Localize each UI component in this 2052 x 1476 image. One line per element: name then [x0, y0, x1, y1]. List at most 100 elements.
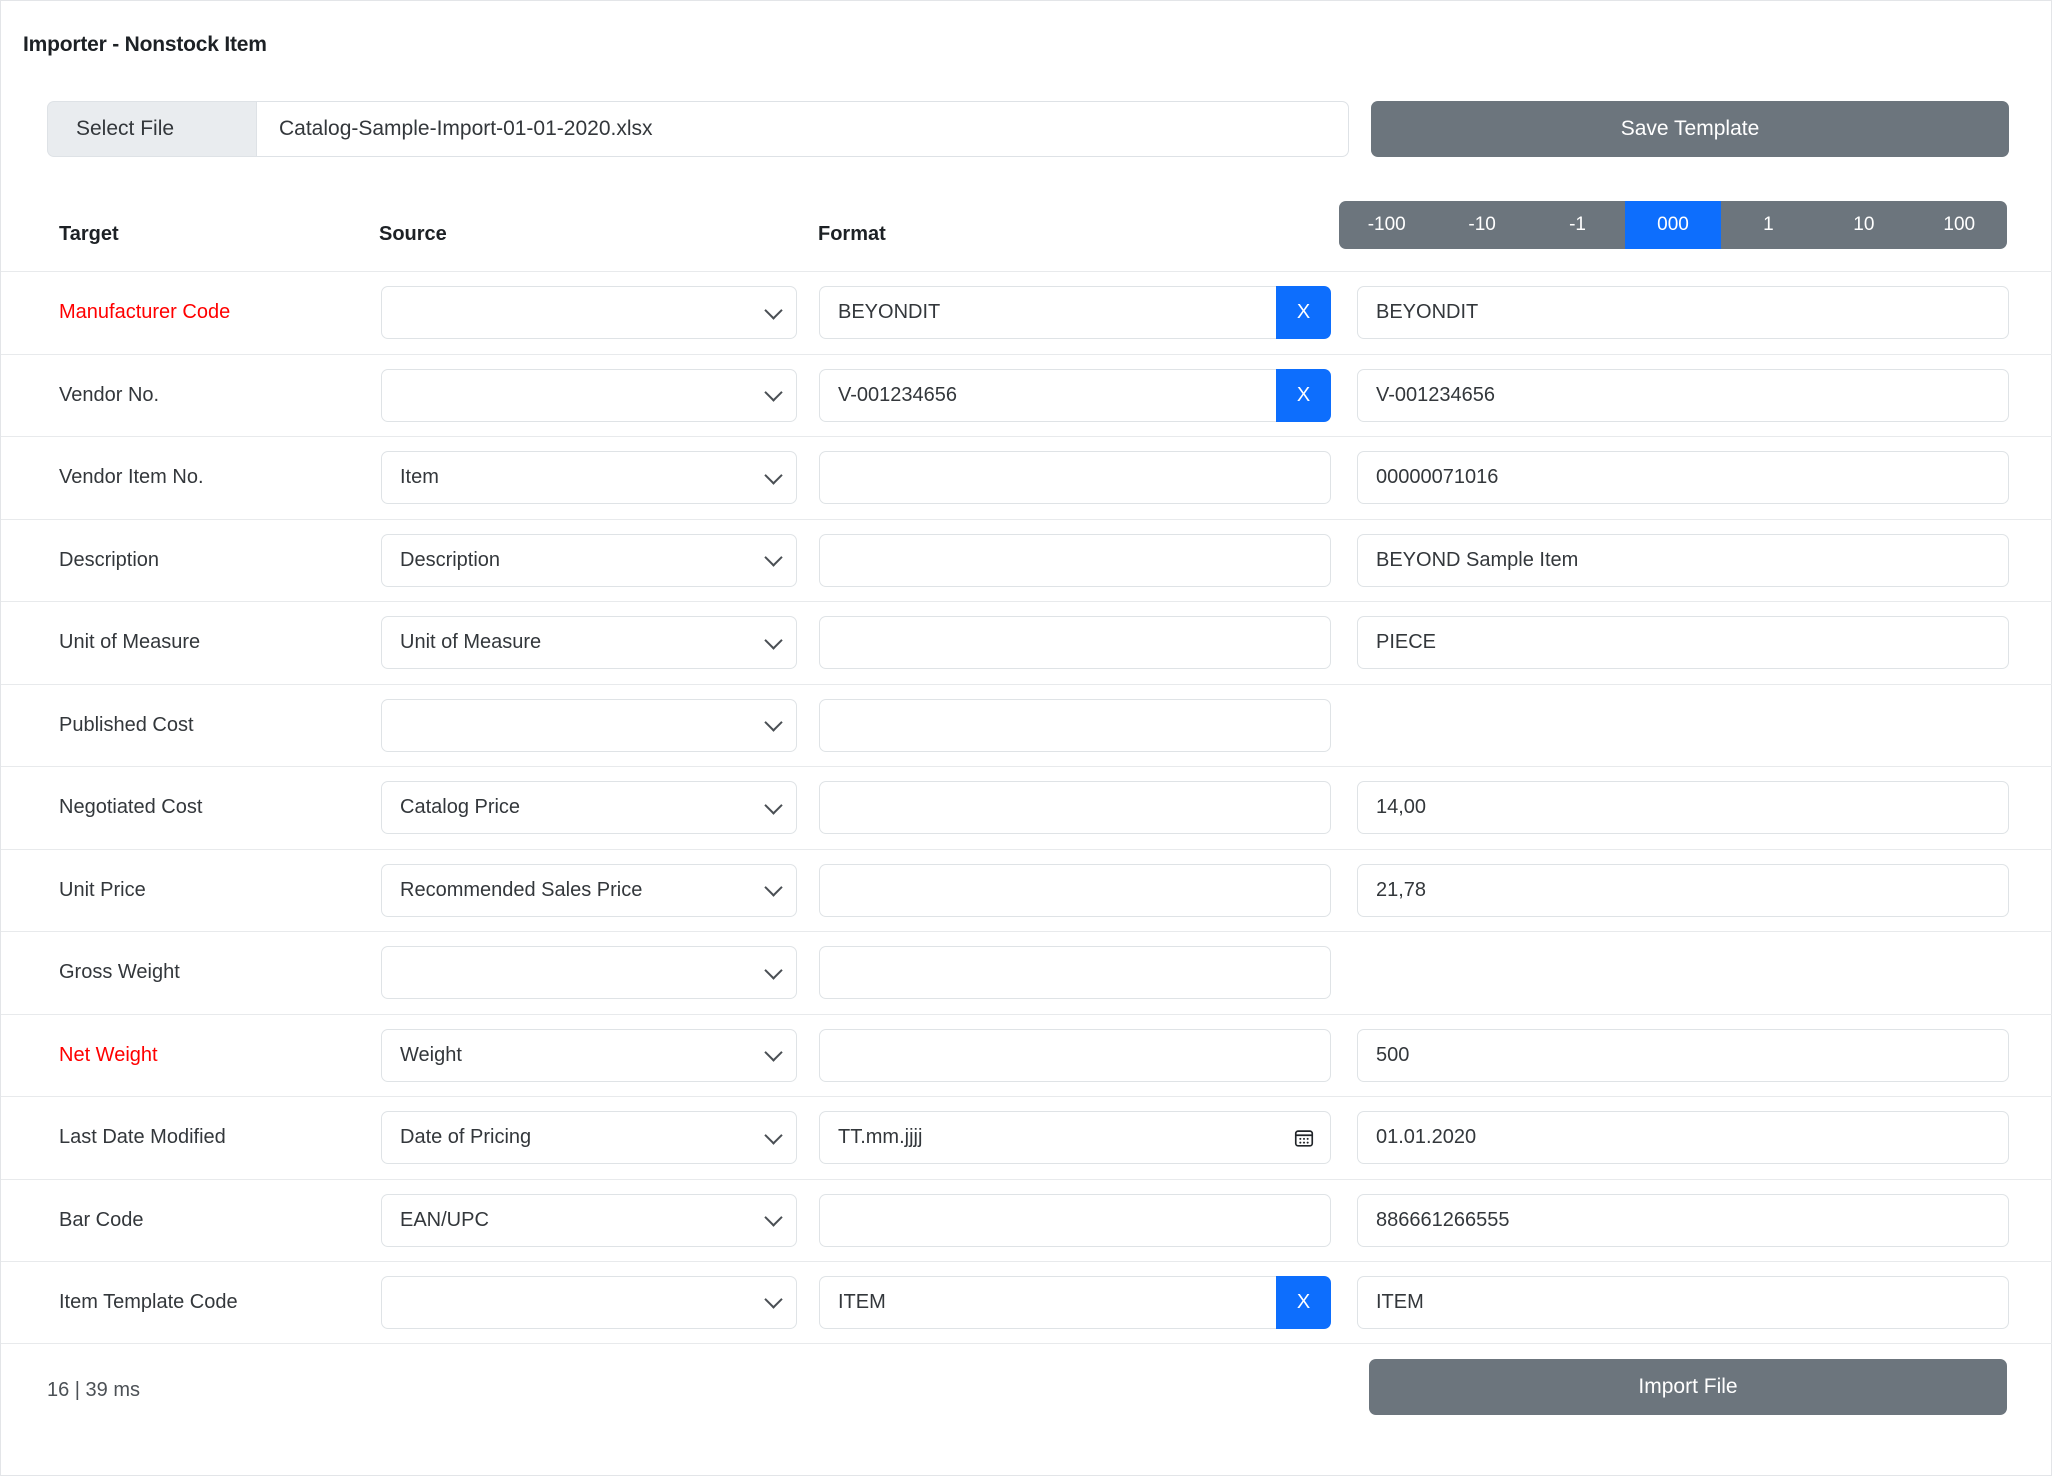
format-input[interactable] — [819, 946, 1331, 1000]
value-cell: BEYONDIT — [1357, 286, 2009, 340]
column-header-target: Target — [59, 223, 119, 245]
source-select[interactable]: Weight — [381, 1028, 797, 1082]
column-headers: Target Source Format — [1, 223, 2052, 267]
source-select[interactable]: EAN/UPC — [381, 1193, 797, 1247]
select-file-button[interactable]: Select File — [47, 101, 256, 157]
preview-value-input[interactable]: 21,78 — [1357, 863, 2009, 917]
source-cell: Item — [381, 451, 797, 505]
table-row: Item Template Code ITEM X ITEM — [1, 1261, 2052, 1344]
value-cell: BEYOND Sample Item — [1357, 533, 2009, 587]
mapping-table: Manufacturer Code BEYONDIT X BEYONDIT Vendor… — [1, 271, 2052, 1344]
save-template-button[interactable]: Save Template — [1371, 101, 2009, 157]
source-select[interactable] — [381, 698, 797, 752]
format-cell — [819, 451, 1331, 505]
file-name-field[interactable]: Catalog-Sample-Import-01-01-2020.xlsx — [256, 101, 1349, 157]
preview-value-input[interactable]: V-001234656 — [1357, 368, 2009, 422]
clear-format-button[interactable]: X — [1276, 368, 1331, 422]
import-file-button[interactable]: Import File — [1369, 1359, 2007, 1415]
chevron-down-icon — [764, 1208, 783, 1227]
format-input[interactable] — [819, 863, 1331, 917]
value-cell: 886661266555 — [1357, 1193, 2009, 1247]
format-input[interactable] — [819, 698, 1331, 752]
target-label: Description — [59, 548, 160, 571]
source-select[interactable] — [381, 1275, 797, 1329]
clear-format-button[interactable]: X — [1276, 286, 1331, 340]
format-input[interactable]: ITEM — [819, 1275, 1276, 1329]
preview-value-input[interactable]: ITEM — [1357, 1275, 2009, 1329]
source-cell: Weight — [381, 1028, 797, 1082]
format-cell — [819, 616, 1331, 670]
chevron-down-icon — [764, 713, 783, 732]
chevron-down-icon — [764, 631, 783, 650]
value-cell: ITEM — [1357, 1275, 2009, 1329]
source-select-value: Item — [400, 466, 439, 489]
source-select-value: Description — [400, 548, 501, 571]
value-cell: 14,00 — [1357, 781, 2009, 835]
file-selection-row: Select File Catalog-Sample-Import-01-01-… — [47, 101, 2009, 157]
target-label: Item Template Code — [59, 1290, 238, 1313]
format-input[interactable]: TT.mm.jjjj — [819, 1111, 1331, 1165]
value-cell: 21,78 — [1357, 863, 2009, 917]
target-label: Net Weight — [59, 1043, 158, 1066]
source-select-value: EAN/UPC — [400, 1208, 489, 1231]
source-select-value: Unit of Measure — [400, 631, 542, 654]
chevron-down-icon — [764, 961, 783, 980]
source-select[interactable] — [381, 286, 797, 340]
preview-value-input[interactable]: BEYOND Sample Item — [1357, 533, 2009, 587]
chevron-down-icon — [764, 1290, 783, 1309]
chevron-down-icon — [764, 1126, 783, 1145]
source-select[interactable] — [381, 946, 797, 1000]
preview-value-input[interactable]: 01.01.2020 — [1357, 1111, 2009, 1165]
calendar-icon[interactable] — [1293, 1127, 1315, 1149]
format-cell: TT.mm.jjjj — [819, 1111, 1331, 1165]
clear-format-button[interactable]: X — [1276, 1275, 1331, 1329]
column-header-format: Format — [818, 223, 886, 245]
table-row: Unit of Measure Unit of Measure PIECE — [1, 601, 2052, 684]
source-cell: Date of Pricing — [381, 1111, 797, 1165]
source-cell — [381, 1275, 797, 1329]
table-row: Bar Code EAN/UPC 886661266555 — [1, 1178, 2052, 1262]
format-input[interactable]: V-001234656 — [819, 368, 1276, 422]
target-label: Unit Price — [59, 878, 146, 901]
status-text: 16 | 39 ms — [47, 1379, 141, 1401]
value-cell: V-001234656 — [1357, 368, 2009, 422]
table-row: Vendor No. V-001234656 X V-001234656 — [1, 353, 2052, 437]
value-cell: PIECE — [1357, 616, 2009, 670]
source-select[interactable]: Description — [381, 533, 797, 587]
source-select-value: Date of Pricing — [400, 1126, 532, 1149]
preview-value-input[interactable]: 00000071016 — [1357, 451, 2009, 505]
format-input[interactable] — [819, 781, 1331, 835]
preview-value-input[interactable]: BEYONDIT — [1357, 286, 2009, 340]
format-input[interactable] — [819, 1028, 1331, 1082]
format-input[interactable] — [819, 616, 1331, 670]
table-row: Negotiated Cost Catalog Price 14,00 — [1, 766, 2052, 849]
source-cell — [381, 286, 797, 340]
column-header-source: Source — [379, 223, 447, 245]
format-input[interactable]: BEYONDIT — [819, 286, 1276, 340]
preview-value-input[interactable]: PIECE — [1357, 616, 2009, 670]
format-input[interactable] — [819, 1193, 1331, 1247]
target-label: Negotiated Cost — [59, 796, 203, 819]
chevron-down-icon — [764, 301, 783, 320]
preview-value-input[interactable]: 500 — [1357, 1028, 2009, 1082]
preview-value-input[interactable]: 14,00 — [1357, 781, 2009, 835]
format-input[interactable] — [819, 533, 1331, 587]
chevron-down-icon — [764, 1043, 783, 1062]
source-select[interactable]: Date of Pricing — [381, 1111, 797, 1165]
source-select[interactable]: Recommended Sales Price — [381, 863, 797, 917]
target-label: Vendor No. — [59, 383, 160, 406]
source-cell — [381, 946, 797, 1000]
format-cell: BEYONDIT X — [819, 286, 1331, 340]
value-cell: 00000071016 — [1357, 451, 2009, 505]
format-cell — [819, 863, 1331, 917]
source-select[interactable] — [381, 368, 797, 422]
table-row: Published Cost — [1, 683, 2052, 767]
source-select[interactable]: Catalog Price — [381, 781, 797, 835]
source-cell: Recommended Sales Price — [381, 863, 797, 917]
source-select[interactable]: Unit of Measure — [381, 616, 797, 670]
preview-value-input[interactable]: 886661266555 — [1357, 1193, 2009, 1247]
chevron-down-icon — [764, 878, 783, 897]
format-input[interactable] — [819, 451, 1331, 505]
source-select[interactable]: Item — [381, 451, 797, 505]
table-row: Description Description BEYOND Sample Item — [1, 518, 2052, 602]
